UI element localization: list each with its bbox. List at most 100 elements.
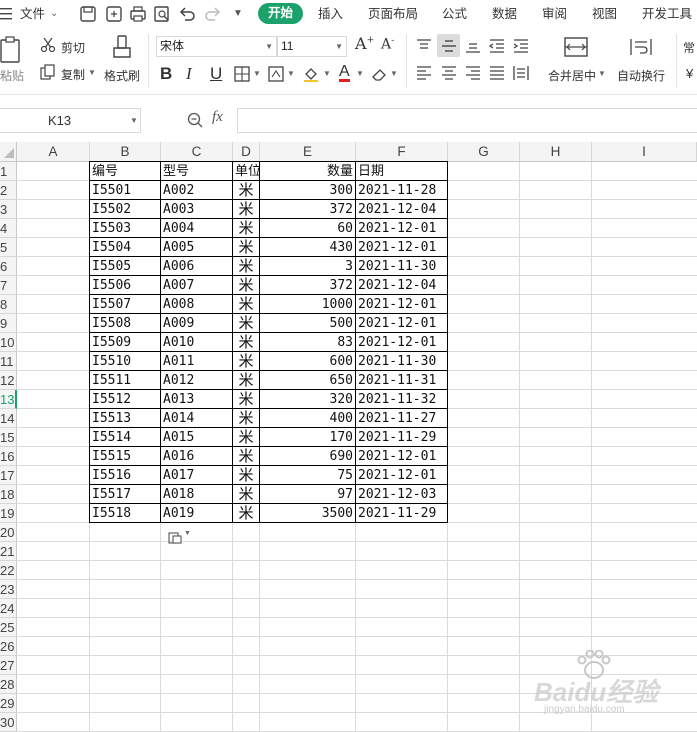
tab-review[interactable]: 审阅 [542,0,567,28]
zoom-icon[interactable] [186,111,204,129]
cell-quantity[interactable]: 400 [260,409,355,428]
table-header-quantity[interactable]: 数量 [260,162,355,181]
tab-home[interactable]: 开始 [258,3,303,24]
cell-quantity[interactable]: 690 [260,447,355,466]
cell-id[interactable]: I5512 [90,390,160,409]
cell-model[interactable]: A005 [161,238,232,257]
cell-unit[interactable]: 米 [233,409,259,428]
row-header-29[interactable]: 29 [0,694,17,713]
row-header-10[interactable]: 10 [0,333,17,352]
cell-quantity[interactable]: 300 [260,181,355,200]
cell-date[interactable]: 2021-12-01 [356,447,447,466]
table-header-date[interactable]: 日期 [356,162,447,181]
row-header-22[interactable]: 22 [0,561,17,580]
cell-unit[interactable]: 米 [233,447,259,466]
eraser-dropdown-icon[interactable]: ▼ [390,69,398,78]
column-header-f[interactable]: F [356,142,448,162]
cell-unit[interactable]: 米 [233,352,259,371]
align-middle-button[interactable] [437,34,460,57]
cell-id[interactable]: I5517 [90,485,160,504]
print-icon[interactable] [128,4,148,24]
cell-unit[interactable]: 米 [233,238,259,257]
cell-model[interactable]: A004 [161,219,232,238]
cell-quantity[interactable]: 430 [260,238,355,257]
cell-unit[interactable]: 米 [233,276,259,295]
row-header-16[interactable]: 16 [0,447,17,466]
cell-id[interactable]: I5510 [90,352,160,371]
cell-id[interactable]: I5518 [90,504,160,523]
row-header-20[interactable]: 20 [0,523,17,542]
column-header-i[interactable]: I [592,142,697,162]
export-icon[interactable] [104,4,124,24]
cell-quantity[interactable]: 60 [260,219,355,238]
row-header-5[interactable]: 5 [0,238,17,257]
cell-model[interactable]: A006 [161,257,232,276]
cell-unit[interactable]: 米 [233,200,259,219]
font-color-button[interactable]: A [339,64,350,82]
cell-id[interactable]: I5509 [90,333,160,352]
paste-options-button[interactable]: ▼ [166,529,194,545]
cell-quantity[interactable]: 650 [260,371,355,390]
row-header-7[interactable]: 7 [0,276,17,295]
cell-quantity[interactable]: 1000 [260,295,355,314]
row-header-11[interactable]: 11 [0,352,17,371]
more-icon[interactable]: ▼ [233,0,243,28]
row-header-2[interactable]: 2 [0,181,17,200]
merge-dropdown-icon[interactable]: ▼ [598,69,606,78]
cell-date[interactable]: 2021-11-28 [356,181,447,200]
cell-style-dropdown-icon[interactable]: ▼ [287,69,295,78]
row-header-18[interactable]: 18 [0,485,17,504]
undo-icon[interactable] [177,4,197,24]
cell-date[interactable]: 2021-11-31 [356,371,447,390]
paste-icon[interactable] [0,34,24,64]
cell-id[interactable]: I5502 [90,200,160,219]
cell-date[interactable]: 2021-12-01 [356,295,447,314]
cell-model[interactable]: A016 [161,447,232,466]
cell-unit[interactable]: 米 [233,485,259,504]
cell-date[interactable]: 2021-12-01 [356,333,447,352]
column-header-e[interactable]: E [260,142,356,162]
row-header-28[interactable]: 28 [0,675,17,694]
cell-quantity[interactable]: 3500 [260,504,355,523]
row-header-24[interactable]: 24 [0,599,17,618]
cell-id[interactable]: I5514 [90,428,160,447]
align-center-icon[interactable] [440,65,458,81]
cell-quantity[interactable]: 97 [260,485,355,504]
cell-unit[interactable]: 米 [233,257,259,276]
column-header-a[interactable]: A [17,142,90,162]
font-size-select[interactable]: 11 ▼ [277,36,347,57]
file-menu-chevron-icon[interactable]: ⌄ [50,0,58,28]
row-header-9[interactable]: 9 [0,314,17,333]
decrease-font-icon[interactable]: A- [381,36,394,53]
column-header-b[interactable]: B [90,142,161,162]
cell-id[interactable]: I5501 [90,181,160,200]
cell-date[interactable]: 2021-12-03 [356,485,447,504]
cell-date[interactable]: 2021-12-04 [356,200,447,219]
cell-date[interactable]: 2021-12-01 [356,466,447,485]
cell-style-icon[interactable] [267,65,285,83]
cell-quantity[interactable]: 83 [260,333,355,352]
border-dropdown-icon[interactable]: ▼ [253,69,261,78]
tab-developer[interactable]: 开发工具 [642,0,692,28]
decrease-indent-icon[interactable] [488,38,506,54]
cell-unit[interactable]: 米 [233,295,259,314]
cell-model[interactable]: A002 [161,181,232,200]
tab-insert[interactable]: 插入 [318,0,343,28]
copy-dropdown-icon[interactable]: ▼ [88,68,96,77]
cell-model[interactable]: A019 [161,504,232,523]
name-box[interactable]: K13 ▼ [0,108,141,133]
italic-button[interactable]: I [186,64,192,84]
cell-unit[interactable]: 米 [233,371,259,390]
cell-date[interactable]: 2021-11-30 [356,352,447,371]
cell-model[interactable]: A018 [161,485,232,504]
cell-id[interactable]: I5505 [90,257,160,276]
cell-quantity[interactable]: 170 [260,428,355,447]
cell-model[interactable]: A009 [161,314,232,333]
cell-id[interactable]: I5506 [90,276,160,295]
cell-date[interactable]: 2021-11-32 [356,390,447,409]
cell-unit[interactable]: 米 [233,504,259,523]
row-header-15[interactable]: 15 [0,428,17,447]
cell-unit[interactable]: 米 [233,390,259,409]
increase-font-icon[interactable]: A+ [355,34,374,53]
cell-id[interactable]: I5516 [90,466,160,485]
